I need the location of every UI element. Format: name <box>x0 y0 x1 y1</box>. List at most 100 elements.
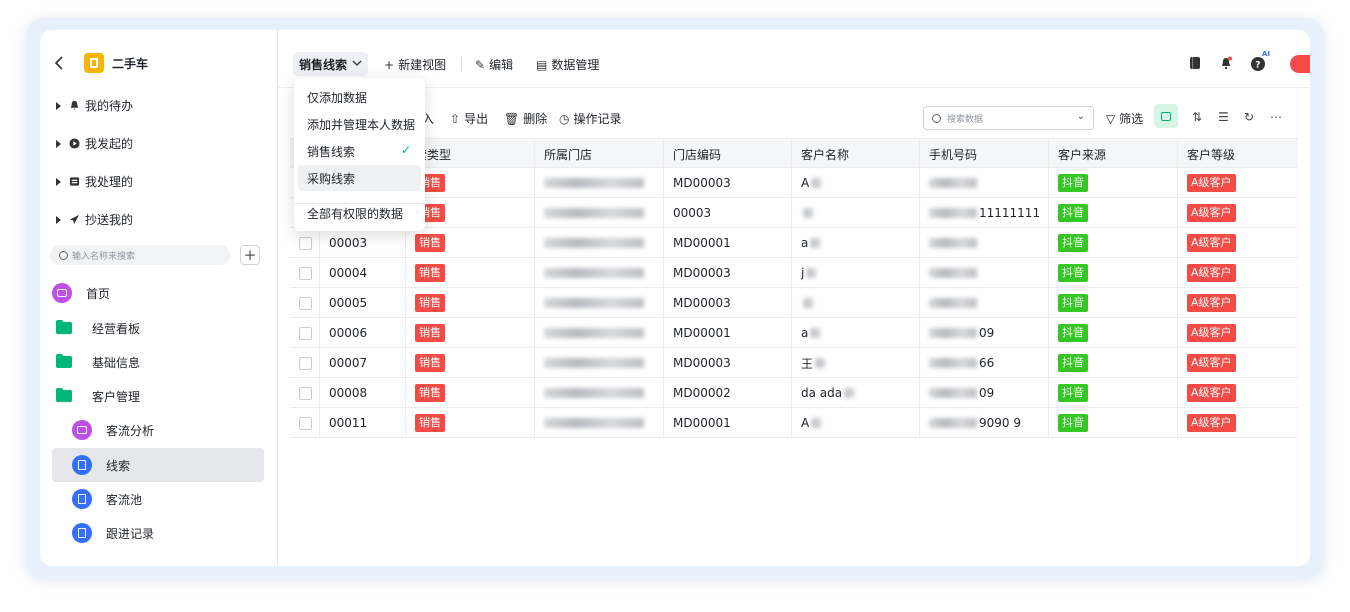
row-checkbox-cell[interactable] <box>290 258 320 288</box>
source-tag: 抖音 <box>1058 234 1088 252</box>
play-icon <box>69 138 80 149</box>
source-cell: 抖音 <box>1049 168 1178 198</box>
refresh-icon[interactable]: ↻ <box>1244 110 1254 124</box>
sidebar-header: 二手车 <box>52 52 148 74</box>
type-cell: 销售 <box>406 168 535 198</box>
sidebar-item-customer-mgmt[interactable]: 客户管理 <box>52 379 264 413</box>
inbox-icon <box>69 177 80 186</box>
phone-cell <box>920 258 1049 288</box>
redacted-text <box>929 178 977 188</box>
dropdown-item-all-permitted[interactable]: 全部有权限的数据 <box>298 200 421 226</box>
card-icon <box>1161 111 1171 121</box>
type-cell: 销售 <box>406 378 535 408</box>
sidebar-item-leads[interactable]: 线索 <box>52 448 264 482</box>
row-checkbox-cell[interactable] <box>290 318 320 348</box>
bell-icon <box>70 100 79 111</box>
table-row[interactable]: 00008 销售 MD00002 da ada 09 抖音 A级客户 <box>290 378 1298 408</box>
customer-name-cell <box>792 198 920 228</box>
view-dropdown-menu: 仅添加数据 添加并管理本人数据 销售线索 ✓ 采购线索 全部有权限的数据 <box>294 78 425 231</box>
redacted-text <box>544 358 644 368</box>
row-checkbox[interactable] <box>299 296 312 310</box>
row-checkbox[interactable] <box>299 266 312 280</box>
level-tag: A级客户 <box>1187 324 1236 342</box>
book-icon[interactable] <box>1188 56 1202 70</box>
row-checkbox-cell[interactable] <box>290 288 320 318</box>
delete-button[interactable]: 🗑 删除 <box>504 110 547 127</box>
row-checkbox-cell[interactable] <box>290 228 320 258</box>
sidebar-item-traffic-pool[interactable]: 客流池 <box>52 482 264 516</box>
dropdown-item-sales-leads[interactable]: 销售线索 ✓ <box>298 138 421 164</box>
back-arrow-icon[interactable] <box>52 55 68 71</box>
search-icon <box>59 250 68 260</box>
sidebar-group-label: 我处理的 <box>85 175 134 189</box>
sidebar-group-initiated[interactable]: 我发起的 <box>56 135 133 152</box>
sidebar-item-home[interactable]: 首页 <box>52 276 264 310</box>
row-checkbox[interactable] <box>299 356 312 370</box>
store-cell <box>535 258 664 288</box>
level-cell: A级客户 <box>1178 258 1298 288</box>
table-row[interactable]: 00006 销售 MD00001 a 09 抖音 A级客户 <box>290 318 1298 348</box>
row-checkbox-cell[interactable] <box>290 408 320 438</box>
export-label: 导出 <box>464 112 489 126</box>
sidebar-item-dashboard[interactable]: 经营看板 <box>52 311 264 345</box>
sort-icon[interactable]: ⇅ <box>1192 110 1202 124</box>
sidebar-item-traffic-analysis[interactable]: 客流分析 <box>52 413 264 447</box>
sidebar-group-label: 抄送我的 <box>85 213 134 227</box>
row-checkbox[interactable] <box>299 416 312 430</box>
customer-name-cell: a <box>792 318 920 348</box>
filter-icon: ▽ <box>1106 112 1116 126</box>
add-item-button[interactable]: + <box>240 245 260 265</box>
sidebar-search-input[interactable]: 输入名称来搜索 <box>50 245 230 265</box>
data-manage-button[interactable]: ▤ 数据管理 <box>536 56 599 73</box>
phone-number: 9090 9 <box>979 416 1021 430</box>
redacted-text <box>806 268 817 278</box>
table-row[interactable]: 00011 销售 MD00001 A 9090 9 抖音 A级客户 <box>290 408 1298 438</box>
row-checkbox[interactable] <box>299 326 312 340</box>
new-view-button[interactable]: + 新建视图 <box>384 56 446 73</box>
dropdown-item-only-add[interactable]: 仅添加数据 <box>298 84 421 110</box>
row-checkbox[interactable] <box>299 236 312 250</box>
more-icon[interactable]: ⋯ <box>1270 110 1282 124</box>
table-toolbar: 入 ⇧ 导出 🗑 删除 ◷ 操作记录 搜索数据 ⌄ ▽ 筛选 ⇅ ☰ ↻ ⋯ <box>278 96 1310 138</box>
export-button[interactable]: ⇧ 导出 <box>450 110 488 127</box>
sidebar-group-handled[interactable]: 我处理的 <box>56 173 133 190</box>
sidebar-group-todo[interactable]: 我的待办 <box>56 97 133 114</box>
avatar[interactable] <box>1290 55 1310 73</box>
card-view-button[interactable] <box>1154 104 1178 128</box>
row-checkbox-cell[interactable] <box>290 378 320 408</box>
table-row[interactable]: 00007 销售 MD00003 王 66 抖音 A级客户 <box>290 348 1298 378</box>
redacted-text <box>929 388 977 398</box>
store-cell <box>535 228 664 258</box>
table-row[interactable]: 销售 MD00003 A 抖音 A级客户 <box>290 168 1298 198</box>
edit-button[interactable]: ✎ 编辑 <box>475 56 513 73</box>
table-row[interactable]: 00003 销售 MD00001 a 抖音 A级客户 <box>290 228 1298 258</box>
history-button[interactable]: ◷ 操作记录 <box>559 110 622 127</box>
filter-button[interactable]: ▽ 筛选 <box>1106 110 1143 127</box>
row-checkbox-cell[interactable] <box>290 348 320 378</box>
store-code-cell: MD00001 <box>664 228 792 258</box>
notification-bell-icon[interactable] <box>1219 56 1233 70</box>
store-code-cell: MD00003 <box>664 348 792 378</box>
row-checkbox[interactable] <box>299 386 312 400</box>
filter-label: 筛选 <box>1119 112 1144 126</box>
customer-name-cell: A <box>792 408 920 438</box>
table-row[interactable]: 00004 销售 MD00003 j 抖音 A级客户 <box>290 258 1298 288</box>
dropdown-item-add-manage-own[interactable]: 添加并管理本人数据 <box>298 111 421 137</box>
customer-name: 王 <box>801 356 814 371</box>
view-selector-button[interactable]: 销售线索 <box>293 52 368 76</box>
sidebar-item-followup[interactable]: 跟进记录 <box>52 516 264 550</box>
table-row[interactable]: 销售 00003 11111111 抖音 A级客户 <box>290 198 1298 228</box>
redacted-text <box>844 388 855 398</box>
source-cell: 抖音 <box>1049 228 1178 258</box>
chevron-down-icon <box>352 59 362 70</box>
data-search-input[interactable]: 搜索数据 ⌄ <box>923 106 1094 130</box>
table-row[interactable]: 00005 销售 MD00003 抖音 A级客户 <box>290 288 1298 318</box>
store-code-cell: 00003 <box>664 198 792 228</box>
phone-number: 09 <box>979 386 995 400</box>
dropdown-item-purchase-leads[interactable]: 采购线索 <box>298 165 421 191</box>
sidebar-item-basic-info[interactable]: 基础信息 <box>52 345 264 379</box>
sidebar-item-label: 客户管理 <box>92 389 141 404</box>
row-height-icon[interactable]: ☰ <box>1218 110 1229 124</box>
sidebar-group-cc[interactable]: 抄送我的 <box>56 211 133 228</box>
customer-name-cell: da ada <box>792 378 920 408</box>
